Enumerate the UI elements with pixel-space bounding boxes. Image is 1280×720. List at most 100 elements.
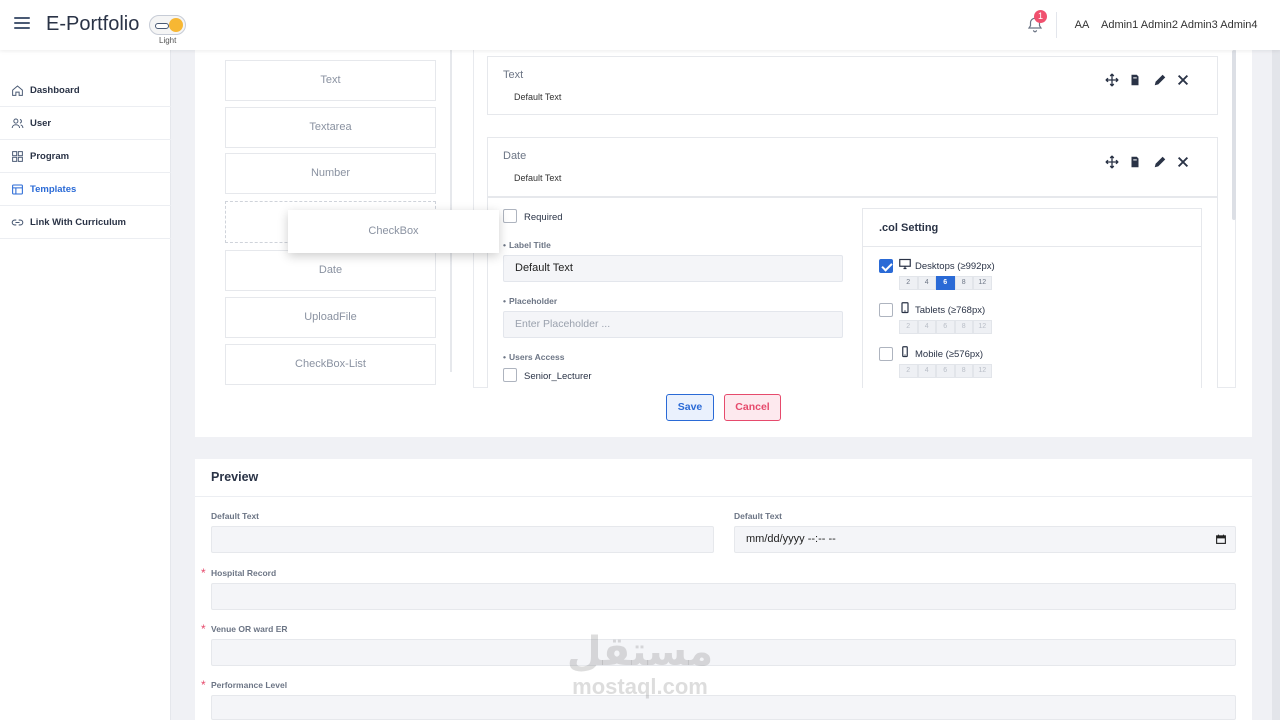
desktops-label: Desktops (≥992px) [915, 261, 995, 272]
dragging-palette-item-checkbox[interactable]: CheckBox [288, 210, 499, 253]
hospital-record-input[interactable] [211, 583, 1236, 610]
edit-icon[interactable] [1153, 155, 1167, 169]
preview-field-label: Venue OR ward ER [211, 624, 288, 634]
edit-icon[interactable] [1153, 73, 1167, 87]
size-button[interactable]: 12 [973, 276, 992, 290]
users-access-label: • Users Access [503, 352, 565, 362]
close-icon[interactable] [1176, 73, 1190, 87]
size-button[interactable]: 4 [917, 364, 936, 378]
preview-date-input[interactable]: mm/dd/yyyy --:-- -- [734, 526, 1236, 553]
copy-icon[interactable] [1128, 73, 1142, 87]
size-button[interactable]: 12 [973, 320, 992, 334]
palette-item-uploadfile[interactable]: UploadFile [225, 297, 436, 338]
tablets-checkbox[interactable] [879, 303, 893, 317]
save-button[interactable]: Save [666, 394, 714, 421]
move-icon[interactable] [1105, 73, 1119, 87]
cloud-icon [155, 23, 169, 29]
palette-item-checkbox-list[interactable]: CheckBox-List [225, 344, 436, 385]
preview-field-label: Default Text [734, 511, 783, 521]
template-icon [12, 184, 23, 194]
theme-toggle[interactable] [149, 15, 186, 35]
size-button[interactable]: 6 [936, 276, 955, 290]
sidebar-item-user[interactable]: User [0, 107, 171, 140]
tablet-icon [901, 302, 909, 314]
field-label: Default Text [514, 173, 562, 183]
size-button[interactable]: 2 [899, 320, 918, 334]
home-icon [12, 84, 23, 96]
required-star: * [201, 566, 206, 580]
preview-title: Preview [211, 470, 259, 484]
palette-item-date[interactable]: Date [225, 250, 436, 291]
col-setting-title: .col Setting [879, 222, 939, 234]
sidebar-item-label: User [30, 117, 52, 129]
required-star: * [201, 678, 206, 692]
top-header: E-Portfolio Light 1 AA Admin1 Admin2 Adm… [0, 0, 1280, 50]
label-title-input[interactable]: Default Text [503, 255, 843, 282]
users-access-option: Senior_Lecturer [524, 371, 592, 382]
preview-divider [195, 496, 1252, 497]
size-button[interactable]: 8 [954, 320, 973, 334]
user-name[interactable]: Admin1 Admin2 Admin3 Admin4 [1101, 19, 1258, 31]
sidebar-item-templates[interactable]: Templates [0, 173, 171, 206]
preview-field-label: Hospital Record [211, 568, 277, 578]
users-access-checkbox[interactable] [503, 368, 517, 382]
size-button[interactable]: 4 [917, 276, 936, 290]
size-button[interactable]: 8 [954, 276, 973, 290]
preview-field-label: Performance Level [211, 680, 288, 690]
mobile-size-group: 2 4 6 8 12 [899, 364, 992, 378]
placeholder-input[interactable]: Enter Placeholder ... [503, 311, 843, 338]
mobile-label: Mobile (≥576px) [915, 349, 984, 360]
palette-item-textarea[interactable]: Textarea [225, 107, 436, 148]
placeholder-label: • Placeholder [503, 296, 558, 306]
venue-ward-input[interactable] [211, 639, 1236, 666]
sidebar-item-label: Dashboard [30, 84, 80, 96]
canvas-scrollbar[interactable] [1232, 50, 1236, 220]
size-button[interactable]: 4 [917, 320, 936, 334]
size-button[interactable]: 2 [899, 276, 918, 290]
size-button[interactable]: 6 [936, 364, 955, 378]
cancel-button[interactable]: Cancel [724, 394, 781, 421]
sidebar-item-label: Program [30, 150, 70, 162]
avatar[interactable]: AA [1071, 14, 1093, 36]
size-button[interactable]: 2 [899, 364, 918, 378]
tablets-size-group: 2 4 6 8 12 [899, 320, 992, 334]
sun-icon [169, 18, 183, 32]
canvas-field-date[interactable]: Date Default Text [487, 137, 1218, 197]
move-icon[interactable] [1105, 155, 1119, 169]
size-button[interactable]: 12 [973, 364, 992, 378]
size-button[interactable]: 8 [954, 364, 973, 378]
required-checkbox[interactable] [503, 209, 517, 223]
page-scrollbar-track[interactable] [1272, 50, 1280, 720]
size-button[interactable]: 6 [936, 320, 955, 334]
desktops-checkbox[interactable] [879, 259, 893, 273]
palette-item-number[interactable]: Number [225, 153, 436, 194]
required-label: Required [524, 212, 563, 223]
col-setting-panel [862, 208, 1202, 388]
sidebar-item-dashboard[interactable]: Dashboard [0, 74, 171, 107]
mobile-checkbox[interactable] [879, 347, 893, 361]
tablets-label: Tablets (≥768px) [915, 305, 986, 316]
field-type-label: Text [503, 69, 524, 81]
performance-level-input[interactable] [211, 695, 1236, 720]
monitor-icon [899, 258, 911, 270]
canvas-field-text[interactable]: Text Default Text [487, 56, 1218, 115]
field-type-label: Date [503, 150, 527, 162]
header-divider [1056, 12, 1057, 38]
notification-badge: 1 [1034, 10, 1047, 23]
sidebar-item-program[interactable]: Program [0, 140, 171, 173]
sidebar-item-link-with-curriculum[interactable]: Link With Curriculum [0, 206, 171, 239]
palette-item-text[interactable]: Text [225, 60, 436, 101]
copy-icon[interactable] [1128, 155, 1142, 169]
calendar-icon[interactable] [1216, 534, 1226, 544]
field-label: Default Text [514, 92, 562, 102]
close-icon[interactable] [1176, 155, 1190, 169]
sidebar: Dashboard User Program Templates Link Wi… [0, 50, 171, 720]
link-icon [11, 219, 24, 225]
col-setting-divider [862, 246, 1202, 247]
menu-toggle-icon[interactable] [14, 17, 30, 31]
preview-text-input[interactable] [211, 526, 714, 553]
desktops-size-group: 2 4 6 8 12 [899, 276, 992, 290]
date-input-value: mm/dd/yyyy --:-- -- [746, 533, 836, 545]
required-star: * [201, 622, 206, 636]
app-title: E-Portfolio [46, 13, 140, 35]
